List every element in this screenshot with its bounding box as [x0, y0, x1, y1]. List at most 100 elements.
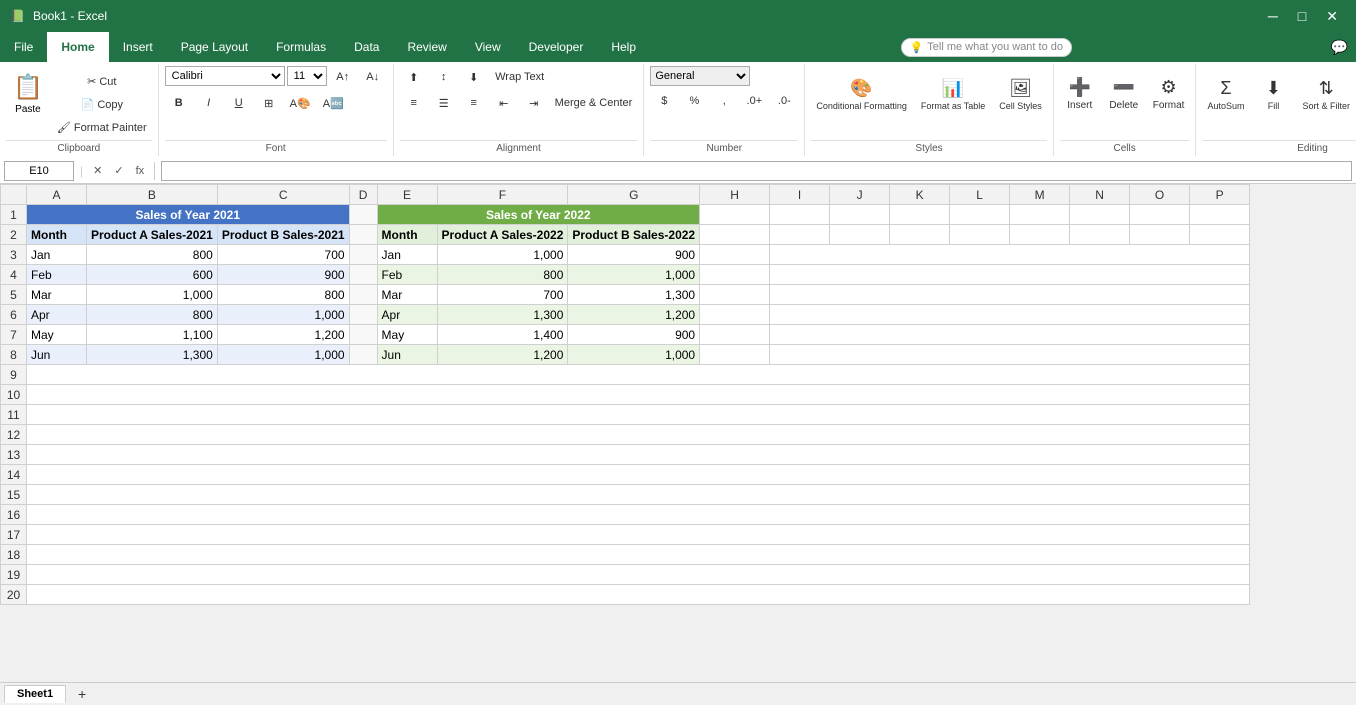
row-header-19[interactable]: 19: [1, 565, 27, 585]
cell-G2[interactable]: Product B Sales-2022: [568, 225, 700, 245]
cell-18[interactable]: [27, 545, 1250, 565]
cell-J1[interactable]: [830, 205, 890, 225]
comment-btn[interactable]: 💬: [1323, 32, 1356, 62]
cell-I6[interactable]: [770, 305, 1250, 325]
row-header-3[interactable]: 3: [1, 245, 27, 265]
row-header-4[interactable]: 4: [1, 265, 27, 285]
insert-button[interactable]: ➕ Insert: [1060, 66, 1100, 122]
merge-center-btn[interactable]: Merge & Center: [550, 92, 638, 114]
format-button[interactable]: ⚙ Format: [1148, 66, 1190, 122]
cell-H7[interactable]: [700, 325, 770, 345]
comma-btn[interactable]: ,: [710, 90, 738, 112]
col-header-G[interactable]: G: [568, 185, 700, 205]
format-as-table-button[interactable]: 📊 Format as Table: [916, 66, 990, 122]
cell-D6[interactable]: [349, 305, 377, 325]
cell-J2[interactable]: [830, 225, 890, 245]
cell-B2[interactable]: Product A Sales-2021: [87, 225, 218, 245]
copy-button[interactable]: 📄 Copy: [52, 93, 152, 115]
cell-C5[interactable]: 800: [217, 285, 349, 305]
row-header-2[interactable]: 2: [1, 225, 27, 245]
cell-H1[interactable]: [700, 205, 770, 225]
tell-me-input[interactable]: 💡 Tell me what you want to do: [901, 38, 1072, 57]
add-sheet-btn[interactable]: +: [68, 683, 96, 705]
indent-decrease-btn[interactable]: ⇤: [490, 92, 518, 114]
cell-O2[interactable]: [1130, 225, 1190, 245]
currency-btn[interactable]: $: [650, 90, 678, 112]
formula-input[interactable]: [161, 161, 1352, 181]
cell-B5[interactable]: 1,000: [87, 285, 218, 305]
cell-11[interactable]: [27, 405, 1250, 425]
align-right-btn[interactable]: ≡: [460, 92, 488, 114]
cell-A5[interactable]: Mar: [27, 285, 87, 305]
col-header-N[interactable]: N: [1070, 185, 1130, 205]
align-middle-btn[interactable]: ↕: [430, 66, 458, 88]
cell-I4[interactable]: [770, 265, 1250, 285]
cell-A6[interactable]: Apr: [27, 305, 87, 325]
cell-H6[interactable]: [700, 305, 770, 325]
sheet-tab-1[interactable]: Sheet1: [4, 685, 66, 703]
delete-button[interactable]: ➖ Delete: [1104, 66, 1144, 122]
wrap-text-btn[interactable]: Wrap Text: [490, 66, 550, 88]
maximize-btn[interactable]: □: [1290, 4, 1314, 28]
row-header-10[interactable]: 10: [1, 385, 27, 405]
cell-I2[interactable]: [770, 225, 830, 245]
row-header-15[interactable]: 15: [1, 485, 27, 505]
cell-reference-input[interactable]: E10: [4, 161, 74, 181]
row-header-1[interactable]: 1: [1, 205, 27, 225]
tab-home[interactable]: Home: [47, 32, 108, 62]
cell-16[interactable]: [27, 505, 1250, 525]
cell-D2[interactable]: [349, 225, 377, 245]
autosum-button[interactable]: Σ AutoSum: [1202, 66, 1249, 122]
font-color-button[interactable]: A🔤: [318, 92, 349, 114]
cell-K1[interactable]: [890, 205, 950, 225]
col-header-H[interactable]: H: [700, 185, 770, 205]
cell-B6[interactable]: 800: [87, 305, 218, 325]
cell-E8[interactable]: Jun: [377, 345, 437, 365]
cell-P1[interactable]: [1190, 205, 1250, 225]
row-header-9[interactable]: 9: [1, 365, 27, 385]
col-header-F[interactable]: F: [437, 185, 568, 205]
row-header-11[interactable]: 11: [1, 405, 27, 425]
tab-developer[interactable]: Developer: [515, 32, 598, 62]
cell-H2[interactable]: [700, 225, 770, 245]
cell-9[interactable]: [27, 365, 1250, 385]
col-header-E[interactable]: E: [377, 185, 437, 205]
col-header-I[interactable]: I: [770, 185, 830, 205]
cell-H3[interactable]: [700, 245, 770, 265]
cell-B3[interactable]: 800: [87, 245, 218, 265]
row-header-14[interactable]: 14: [1, 465, 27, 485]
cell-F8[interactable]: 1,200: [437, 345, 568, 365]
cell-B7[interactable]: 1,100: [87, 325, 218, 345]
cell-I5[interactable]: [770, 285, 1250, 305]
cell-C3[interactable]: 700: [217, 245, 349, 265]
tab-help[interactable]: Help: [597, 32, 650, 62]
col-header-J[interactable]: J: [830, 185, 890, 205]
col-header-B[interactable]: B: [87, 185, 218, 205]
cell-I8[interactable]: [770, 345, 1250, 365]
tab-formulas[interactable]: Formulas: [262, 32, 340, 62]
paste-button[interactable]: 📋 Paste: [6, 66, 50, 122]
tab-review[interactable]: Review: [393, 32, 460, 62]
cell-C4[interactable]: 900: [217, 265, 349, 285]
cell-G5[interactable]: 1,300: [568, 285, 700, 305]
format-painter-button[interactable]: 🖌 Format Painter: [52, 116, 152, 138]
cut-button[interactable]: ✂ Cut: [52, 70, 152, 92]
cell-H8[interactable]: [700, 345, 770, 365]
cell-E6[interactable]: Apr: [377, 305, 437, 325]
cell-L2[interactable]: [950, 225, 1010, 245]
cell-D7[interactable]: [349, 325, 377, 345]
number-format-select[interactable]: General: [650, 66, 750, 86]
tab-page-layout[interactable]: Page Layout: [167, 32, 262, 62]
cell-C6[interactable]: 1,000: [217, 305, 349, 325]
row-header-12[interactable]: 12: [1, 425, 27, 445]
cell-E1[interactable]: Sales of Year 2022: [377, 205, 700, 225]
cell-O1[interactable]: [1130, 205, 1190, 225]
cell-G8[interactable]: 1,000: [568, 345, 700, 365]
confirm-formula-btn[interactable]: ✓: [110, 164, 127, 177]
col-header-P[interactable]: P: [1190, 185, 1250, 205]
underline-button[interactable]: U: [225, 92, 253, 114]
cell-A2[interactable]: Month: [27, 225, 87, 245]
cell-E2[interactable]: Month: [377, 225, 437, 245]
cell-G4[interactable]: 1,000: [568, 265, 700, 285]
col-header-K[interactable]: K: [890, 185, 950, 205]
